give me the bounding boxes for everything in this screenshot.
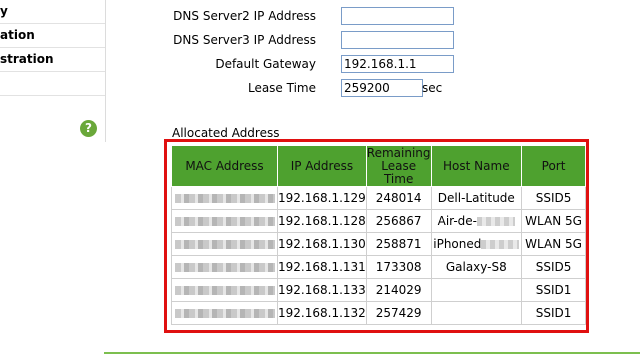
table-row: 192.168.1.133 214029 SSID1 bbox=[171, 278, 586, 302]
mac-cell-redacted bbox=[171, 278, 278, 302]
mac-cell-redacted bbox=[171, 232, 278, 256]
lease-cell: 214029 bbox=[365, 278, 432, 302]
lease-unit: sec bbox=[422, 81, 443, 95]
table-header-row: MAC Address IP Address Remaining Lease T… bbox=[171, 145, 586, 187]
mac-cell-redacted bbox=[171, 255, 278, 279]
ip-cell: 192.168.1.130 bbox=[277, 232, 367, 256]
sidebar-item-3[interactable]: stration bbox=[0, 48, 105, 72]
port-cell: SSID1 bbox=[521, 278, 586, 302]
table-row: 192.168.1.130 258871 iPhoned WLAN 5G bbox=[171, 232, 586, 256]
dns3-input[interactable] bbox=[341, 31, 454, 49]
allocated-table-highlight: MAC Address IP Address Remaining Lease T… bbox=[164, 139, 589, 333]
header-port: Port bbox=[521, 145, 586, 187]
table-row: 192.168.1.131 173308 Galaxy-S8 SSID5 bbox=[171, 255, 586, 279]
mac-cell-redacted bbox=[171, 301, 278, 325]
dns2-input[interactable] bbox=[341, 7, 454, 25]
allocated-table: MAC Address IP Address Remaining Lease T… bbox=[171, 145, 586, 325]
header-lease: Remaining Lease Time bbox=[365, 145, 432, 187]
lease-cell: 248014 bbox=[365, 186, 432, 210]
port-cell: SSID5 bbox=[521, 186, 586, 210]
port-cell: WLAN 5G bbox=[521, 209, 586, 233]
lease-input[interactable] bbox=[341, 79, 423, 97]
lease-cell: 256867 bbox=[365, 209, 432, 233]
host-cell bbox=[430, 278, 523, 302]
lease-label: Lease Time bbox=[247, 81, 316, 95]
header-ip: IP Address bbox=[277, 145, 367, 187]
lease-cell: 258871 bbox=[365, 232, 432, 256]
ip-cell: 192.168.1.131 bbox=[277, 255, 367, 279]
ip-cell: 192.168.1.133 bbox=[277, 278, 367, 302]
header-mac: MAC Address bbox=[171, 145, 278, 187]
port-cell: WLAN 5G bbox=[521, 232, 586, 256]
host-cell: iPhoned bbox=[430, 232, 523, 256]
allocated-title: Allocated Address bbox=[172, 126, 280, 140]
host-cell: Galaxy-S8 bbox=[430, 255, 523, 279]
host-cell: Air-de- bbox=[430, 209, 523, 233]
mac-cell-redacted bbox=[171, 209, 278, 233]
table-row: 192.168.1.132 257429 SSID1 bbox=[171, 301, 586, 325]
port-cell: SSID5 bbox=[521, 255, 586, 279]
ip-cell: 192.168.1.132 bbox=[277, 301, 367, 325]
lease-cell: 257429 bbox=[365, 301, 432, 325]
port-cell: SSID1 bbox=[521, 301, 586, 325]
table-row: 192.168.1.129 248014 Dell-Latitude SSID5 bbox=[171, 186, 586, 210]
dns2-row: DNS Server2 IP Address bbox=[173, 7, 480, 27]
mac-cell-redacted bbox=[171, 186, 278, 210]
table-row: 192.168.1.128 256867 Air-de- WLAN 5G bbox=[171, 209, 586, 233]
host-cell bbox=[430, 301, 523, 325]
dns2-label: DNS Server2 IP Address bbox=[173, 9, 316, 23]
host-text: Air-de- bbox=[437, 214, 477, 228]
gateway-row: Default Gateway bbox=[180, 55, 480, 75]
host-text: iPhoned bbox=[433, 237, 482, 251]
host-redacted bbox=[481, 240, 520, 249]
ip-cell: 192.168.1.128 bbox=[277, 209, 367, 233]
help-icon[interactable]: ? bbox=[80, 120, 97, 137]
gateway-label: Default Gateway bbox=[215, 57, 316, 71]
host-cell: Dell-Latitude bbox=[430, 186, 523, 210]
sidebar-item-empty bbox=[0, 72, 105, 96]
gateway-input[interactable] bbox=[341, 55, 454, 73]
lease-cell: 173308 bbox=[365, 255, 432, 279]
lease-row: Lease Time sec bbox=[180, 79, 480, 99]
host-redacted bbox=[477, 217, 515, 226]
sidebar-item-1[interactable]: y bbox=[0, 0, 105, 24]
sidebar-item-2[interactable]: ation bbox=[0, 24, 105, 48]
bottom-divider bbox=[104, 352, 640, 358]
header-host: Host Name bbox=[430, 145, 523, 187]
dns3-label: DNS Server3 IP Address bbox=[173, 33, 316, 47]
dns3-row: DNS Server3 IP Address bbox=[173, 31, 480, 51]
ip-cell: 192.168.1.129 bbox=[277, 186, 367, 210]
